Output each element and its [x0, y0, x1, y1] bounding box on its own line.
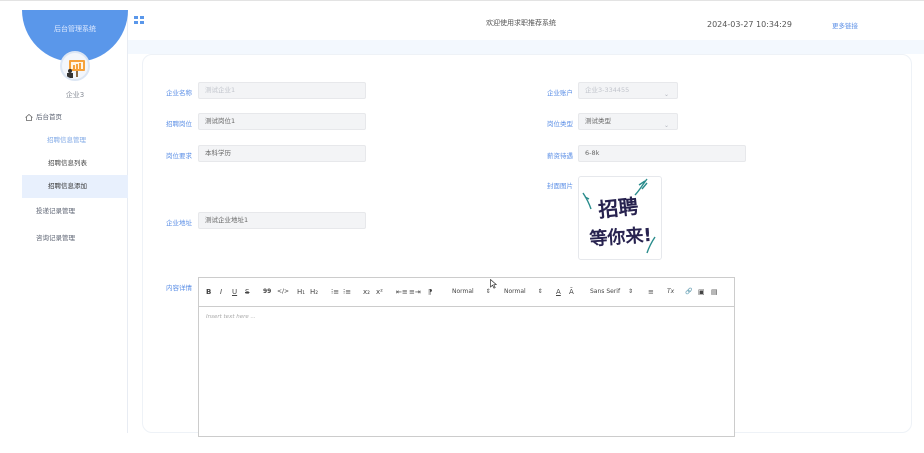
- editor-placeholder[interactable]: Insert text here ...: [206, 314, 256, 320]
- heading1-button[interactable]: H₁: [297, 288, 305, 296]
- more-link[interactable]: 更多链接: [832, 20, 858, 30]
- sidebar-item-recruit-add[interactable]: 招聘信息添加: [22, 175, 128, 198]
- menu-grid-icon[interactable]: [134, 16, 145, 25]
- content-label: 内容详情: [166, 284, 192, 292]
- mouse-cursor-icon: [490, 279, 497, 289]
- sidebar-item-delivery[interactable]: 投递记录管理: [22, 198, 128, 225]
- background-color-button[interactable]: Ā: [569, 288, 574, 296]
- ordered-list-button[interactable]: ⁝≡: [331, 288, 339, 296]
- datetime: 2024-03-27 10:34:29: [707, 20, 792, 29]
- rich-text-editor: B I U S 99 </> H₁ H₂ ⁝≡ ⁝≡ x₂ x² ⇤≡ ≡⇥ ⁋…: [198, 277, 735, 437]
- font-select-value: Sans Serif: [590, 288, 621, 295]
- requirement-label: 岗位要求: [166, 152, 192, 160]
- bold-button[interactable]: B: [206, 288, 211, 296]
- sidebar-item-recruit-list[interactable]: 招聘信息列表: [22, 152, 128, 175]
- outdent-button[interactable]: ⇤≡: [396, 288, 408, 296]
- cover-text-line2: 等你来!: [589, 224, 653, 250]
- sidebar: 后台管理系统 企业3 后台首页 招聘信息管理 招聘信息列表 招聘信息添加 投递记…: [22, 10, 128, 433]
- position-label: 招聘岗位: [166, 120, 192, 128]
- chevron-down-icon: ⌄: [663, 122, 669, 129]
- sidebar-item-label: 投递记录管理: [36, 207, 75, 215]
- company-account-label: 企业账户: [547, 89, 573, 97]
- cover-text-line1: 招聘: [597, 194, 639, 222]
- strike-button[interactable]: S: [245, 288, 249, 296]
- header-select-value: Normal: [504, 288, 526, 295]
- company-account-select[interactable]: 企业3-334455 ⌄: [578, 82, 678, 99]
- sidebar-item-label: 招聘信息添加: [48, 182, 87, 190]
- chevron-updown-icon: ⇕: [628, 288, 634, 295]
- position-type-value: 测试类型: [585, 117, 611, 125]
- cover-image-upload[interactable]: 招聘 等你来!: [578, 176, 662, 260]
- page-title: 欢迎使用求职推荐系统: [486, 19, 556, 27]
- video-button[interactable]: ▤: [711, 288, 718, 296]
- sidebar-item-label: 咨询记录管理: [36, 234, 75, 242]
- sidebar-item-recruit-group[interactable]: 招聘信息管理: [22, 129, 128, 152]
- company-name-field[interactable]: 测试企业1: [198, 82, 366, 99]
- top-border: [0, 0, 924, 3]
- blockquote-button[interactable]: 99: [263, 288, 271, 295]
- sidebar-item-consult[interactable]: 咨询记录管理: [22, 225, 128, 252]
- cover-image: 招聘 等你来!: [582, 178, 656, 254]
- sidebar-item-home[interactable]: 后台首页: [22, 106, 128, 129]
- size-select-value: Normal: [452, 288, 474, 295]
- underline-button[interactable]: U: [232, 288, 237, 296]
- position-type-label: 岗位类型: [547, 120, 573, 128]
- align-button[interactable]: ≡: [648, 288, 654, 296]
- link-button[interactable]: 🔗: [685, 288, 692, 295]
- italic-button[interactable]: I: [220, 288, 222, 296]
- header-band: [128, 40, 924, 54]
- font-select[interactable]: Sans Serif ⇕: [590, 288, 633, 295]
- superscript-button[interactable]: x²: [376, 288, 383, 296]
- chevron-updown-icon: ⇕: [485, 288, 491, 295]
- company-account-value: 企业3-334455: [585, 86, 630, 94]
- bullet-list-button[interactable]: ⁝≡: [343, 288, 351, 296]
- sidebar-menu: 后台首页 招聘信息管理 招聘信息列表 招聘信息添加 投递记录管理 咨询记录管理: [22, 106, 128, 252]
- sidebar-item-label: 招聘信息列表: [48, 159, 87, 167]
- editor-toolbar: B I U S 99 </> H₁ H₂ ⁝≡ ⁝≡ x₂ x² ⇤≡ ≡⇥ ⁋…: [199, 278, 734, 307]
- chevron-down-icon: ⌄: [663, 91, 669, 98]
- salary-label: 薪资待遇: [547, 152, 573, 160]
- heading2-button[interactable]: H₂: [310, 288, 318, 296]
- address-label: 企业地址: [166, 219, 192, 227]
- cover-label: 封面图片: [547, 182, 573, 190]
- text-color-button[interactable]: A: [556, 288, 561, 296]
- salary-field[interactable]: 6-8k: [578, 145, 746, 162]
- system-title: 后台管理系统: [54, 25, 96, 33]
- subscript-button[interactable]: x₂: [363, 288, 370, 296]
- code-block-button[interactable]: </>: [277, 288, 289, 295]
- address-field[interactable]: 测试企业地址1: [198, 212, 366, 229]
- username: 企业3: [65, 91, 85, 99]
- sidebar-item-label: 后台首页: [36, 113, 62, 121]
- text-direction-button[interactable]: ⁋: [428, 288, 432, 296]
- size-select[interactable]: Normal ⇕: [452, 288, 491, 295]
- requirement-field[interactable]: 本科学历: [198, 145, 366, 162]
- header-select[interactable]: Normal ⇕: [504, 288, 543, 295]
- position-field[interactable]: 测试岗位1: [198, 113, 366, 130]
- chevron-updown-icon: ⇕: [537, 288, 543, 295]
- image-button[interactable]: ▣: [698, 288, 705, 296]
- avatar[interactable]: [60, 51, 90, 81]
- position-type-select[interactable]: 测试类型 ⌄: [578, 113, 678, 130]
- home-icon: [25, 114, 33, 121]
- clean-format-button[interactable]: Tx: [667, 288, 674, 295]
- indent-button[interactable]: ≡⇥: [409, 288, 421, 296]
- sidebar-item-label: 招聘信息管理: [47, 136, 86, 144]
- company-name-label: 企业名称: [166, 89, 192, 97]
- presentation-avatar-icon: [67, 60, 85, 78]
